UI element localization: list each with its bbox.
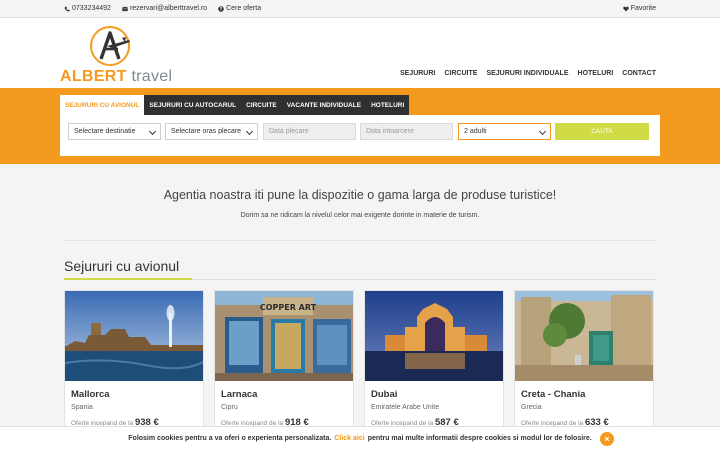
search-band: SEJURURI CU AVIONUL SEJURURI CU AUTOCARU… [0, 88, 720, 164]
departure-date-input[interactable]: Data plecare [263, 123, 356, 140]
tab-circuite[interactable]: CIRCUITE [241, 95, 282, 115]
return-date-input[interactable]: Data intoarcere [360, 123, 453, 140]
nav-sejururi-individuale[interactable]: SEJURURI INDIVIDUALE [486, 70, 568, 77]
tab-hoteluri[interactable]: HOTELURI [366, 95, 410, 115]
main-nav: SEJURURI CIRCUITE SEJURURI INDIVIDUALE H… [400, 70, 656, 77]
phone-link[interactable]: 0733234492 [64, 5, 111, 12]
destination-card-mallorca[interactable]: Mallorca Spania Oferte incepand de la 93… [64, 290, 204, 430]
favorites-link[interactable]: Favorite [622, 5, 656, 12]
card-country: Spania [71, 404, 93, 411]
card-country: Emiratele Arabe Unite [371, 404, 440, 411]
card-title: Mallorca [71, 389, 110, 400]
nav-hoteluri[interactable]: HOTELURI [578, 70, 614, 77]
quote-link[interactable]: ? Cere oferta [218, 5, 261, 12]
contact-info: 0733234492 rezervari@alberttravel.ro ? C… [64, 5, 261, 12]
card-image-dubai [365, 291, 503, 381]
nav-circuite[interactable]: CIRCUITE [444, 70, 477, 77]
cookie-text-after: pentru mai multe informatii despre cooki… [367, 435, 592, 442]
question-circle-icon: ? [218, 5, 224, 12]
cookie-text-before: Folosim cookies pentru a va oferi o expe… [128, 435, 332, 442]
heart-icon [622, 6, 629, 11]
tab-vacante-individuale[interactable]: VACANTE INDIVIDUALE [281, 95, 367, 115]
cookie-info-link[interactable]: Click aici [334, 435, 364, 442]
card-title: Creta - Chania [521, 389, 586, 400]
destination-card-creta-chania[interactable]: Creta - Chania Grecia Oferte incepand de… [514, 290, 654, 430]
card-image-creta-chania [515, 291, 653, 381]
intro-tagline: Agentia noastra iti pune la dispozitie o… [163, 188, 557, 202]
adults-select[interactable]: 2 adulti [458, 123, 551, 140]
logo-wordmark: ALBERT travel [60, 68, 172, 86]
phone-icon [64, 6, 70, 11]
card-title: Dubai [371, 389, 398, 400]
favorites-label: Favorite [630, 5, 656, 12]
email-link[interactable]: rezervari@alberttravel.ro [122, 5, 207, 12]
search-tabs: SEJURURI CU AVIONUL SEJURURI CU AUTOCARU… [60, 95, 410, 115]
svg-text:COPPER ART: COPPER ART [260, 303, 317, 312]
nav-sejururi[interactable]: SEJURURI [400, 70, 435, 77]
section-title: Sejururi cu avionul [64, 258, 180, 274]
search-form: Selectare destinatie Selectare oras plec… [60, 115, 660, 156]
nav-contact[interactable]: CONTACT [622, 70, 656, 77]
card-image-mallorca [65, 291, 203, 381]
cookie-close-button[interactable]: × [600, 432, 614, 446]
content-divider [64, 240, 656, 241]
card-title: Larnaca [221, 389, 258, 400]
close-icon: × [604, 434, 610, 444]
quote-label: Cere oferta [226, 5, 262, 12]
card-country: Cipru [221, 404, 238, 411]
card-country: Grecia [521, 404, 542, 411]
envelope-icon [122, 6, 128, 11]
logo-brand-part2: travel [131, 68, 173, 85]
top-bar: 0733234492 rezervari@alberttravel.ro ? C… [0, 0, 720, 18]
main-content: Agentia noastra iti pune la dispozitie o… [0, 164, 720, 430]
tab-sejururi-autocar[interactable]: SEJURURI CU AUTOCARUL [144, 95, 242, 115]
logo-brand-part1: ALBERT [60, 68, 127, 85]
tab-sejururi-avion[interactable]: SEJURURI CU AVIONUL [60, 95, 145, 115]
search-button[interactable]: CAUTA [555, 123, 649, 140]
section-underline-accent [64, 278, 192, 280]
departure-city-select[interactable]: Selectare oras plecare [165, 123, 258, 140]
destination-select[interactable]: Selectare destinatie [68, 123, 161, 140]
logo-plane-icon [90, 26, 130, 66]
destination-cards: Mallorca Spania Oferte incepand de la 93… [64, 290, 656, 430]
intro-subtitle: Dorim sa ne ridicam la nivelul celor mai… [240, 212, 480, 219]
site-logo[interactable]: ALBERT travel [58, 24, 172, 86]
email-address: rezervari@alberttravel.ro [129, 5, 208, 12]
card-image-larnaca: COPPER ART [215, 291, 353, 381]
destination-card-dubai[interactable]: Dubai Emiratele Arabe Unite Oferte incep… [364, 290, 504, 430]
site-header: ALBERT travel SEJURURI CIRCUITE SEJURURI… [0, 18, 720, 88]
cookie-banner: Folosim cookies pentru a va oferi o expe… [0, 426, 720, 450]
destination-card-larnaca[interactable]: COPPER ART Larnaca Cipru Oferte incepand… [214, 290, 354, 430]
phone-number: 0733234492 [72, 5, 111, 12]
